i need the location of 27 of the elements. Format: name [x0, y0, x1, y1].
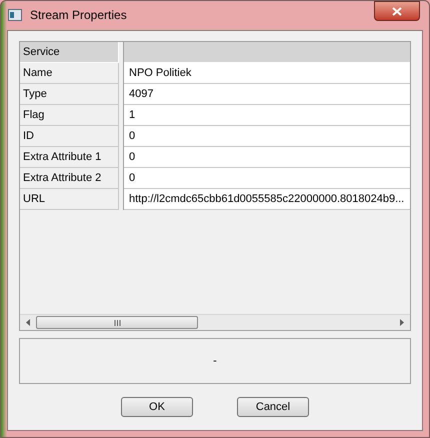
header-cell: Service — [20, 42, 119, 63]
property-label: Name — [20, 63, 119, 84]
close-button[interactable] — [374, 1, 420, 21]
window-title: Stream Properties — [30, 7, 127, 24]
scroll-right-icon[interactable] — [400, 319, 404, 326]
property-value: NPO Politiek — [124, 63, 410, 84]
horizontal-scrollbar[interactable] — [20, 314, 410, 330]
grip-icon — [114, 320, 120, 326]
property-value: 0 — [124, 126, 410, 147]
property-label: Extra Attribute 1 — [20, 147, 119, 168]
status-text: - — [213, 354, 217, 369]
property-label: ID — [20, 126, 119, 147]
ok-button[interactable]: OK — [121, 397, 193, 417]
window-icon — [8, 9, 22, 21]
property-value: 0 — [124, 168, 410, 189]
cancel-button[interactable]: Cancel — [237, 397, 309, 417]
scrollbar-thumb[interactable] — [36, 316, 198, 329]
property-label: Type — [20, 84, 119, 105]
property-value: 0 — [124, 147, 410, 168]
property-label: Flag — [20, 105, 119, 126]
scroll-left-icon[interactable] — [26, 319, 30, 326]
property-label: URL — [20, 189, 119, 210]
property-value: http://l2cmdc65cbb61d0055585c22000000.8018024b9... — [124, 189, 410, 210]
close-icon — [392, 6, 402, 16]
property-label: Extra Attribute 2 — [20, 168, 119, 189]
property-value: 1 — [124, 105, 410, 126]
property-value: 4097 — [124, 84, 410, 105]
